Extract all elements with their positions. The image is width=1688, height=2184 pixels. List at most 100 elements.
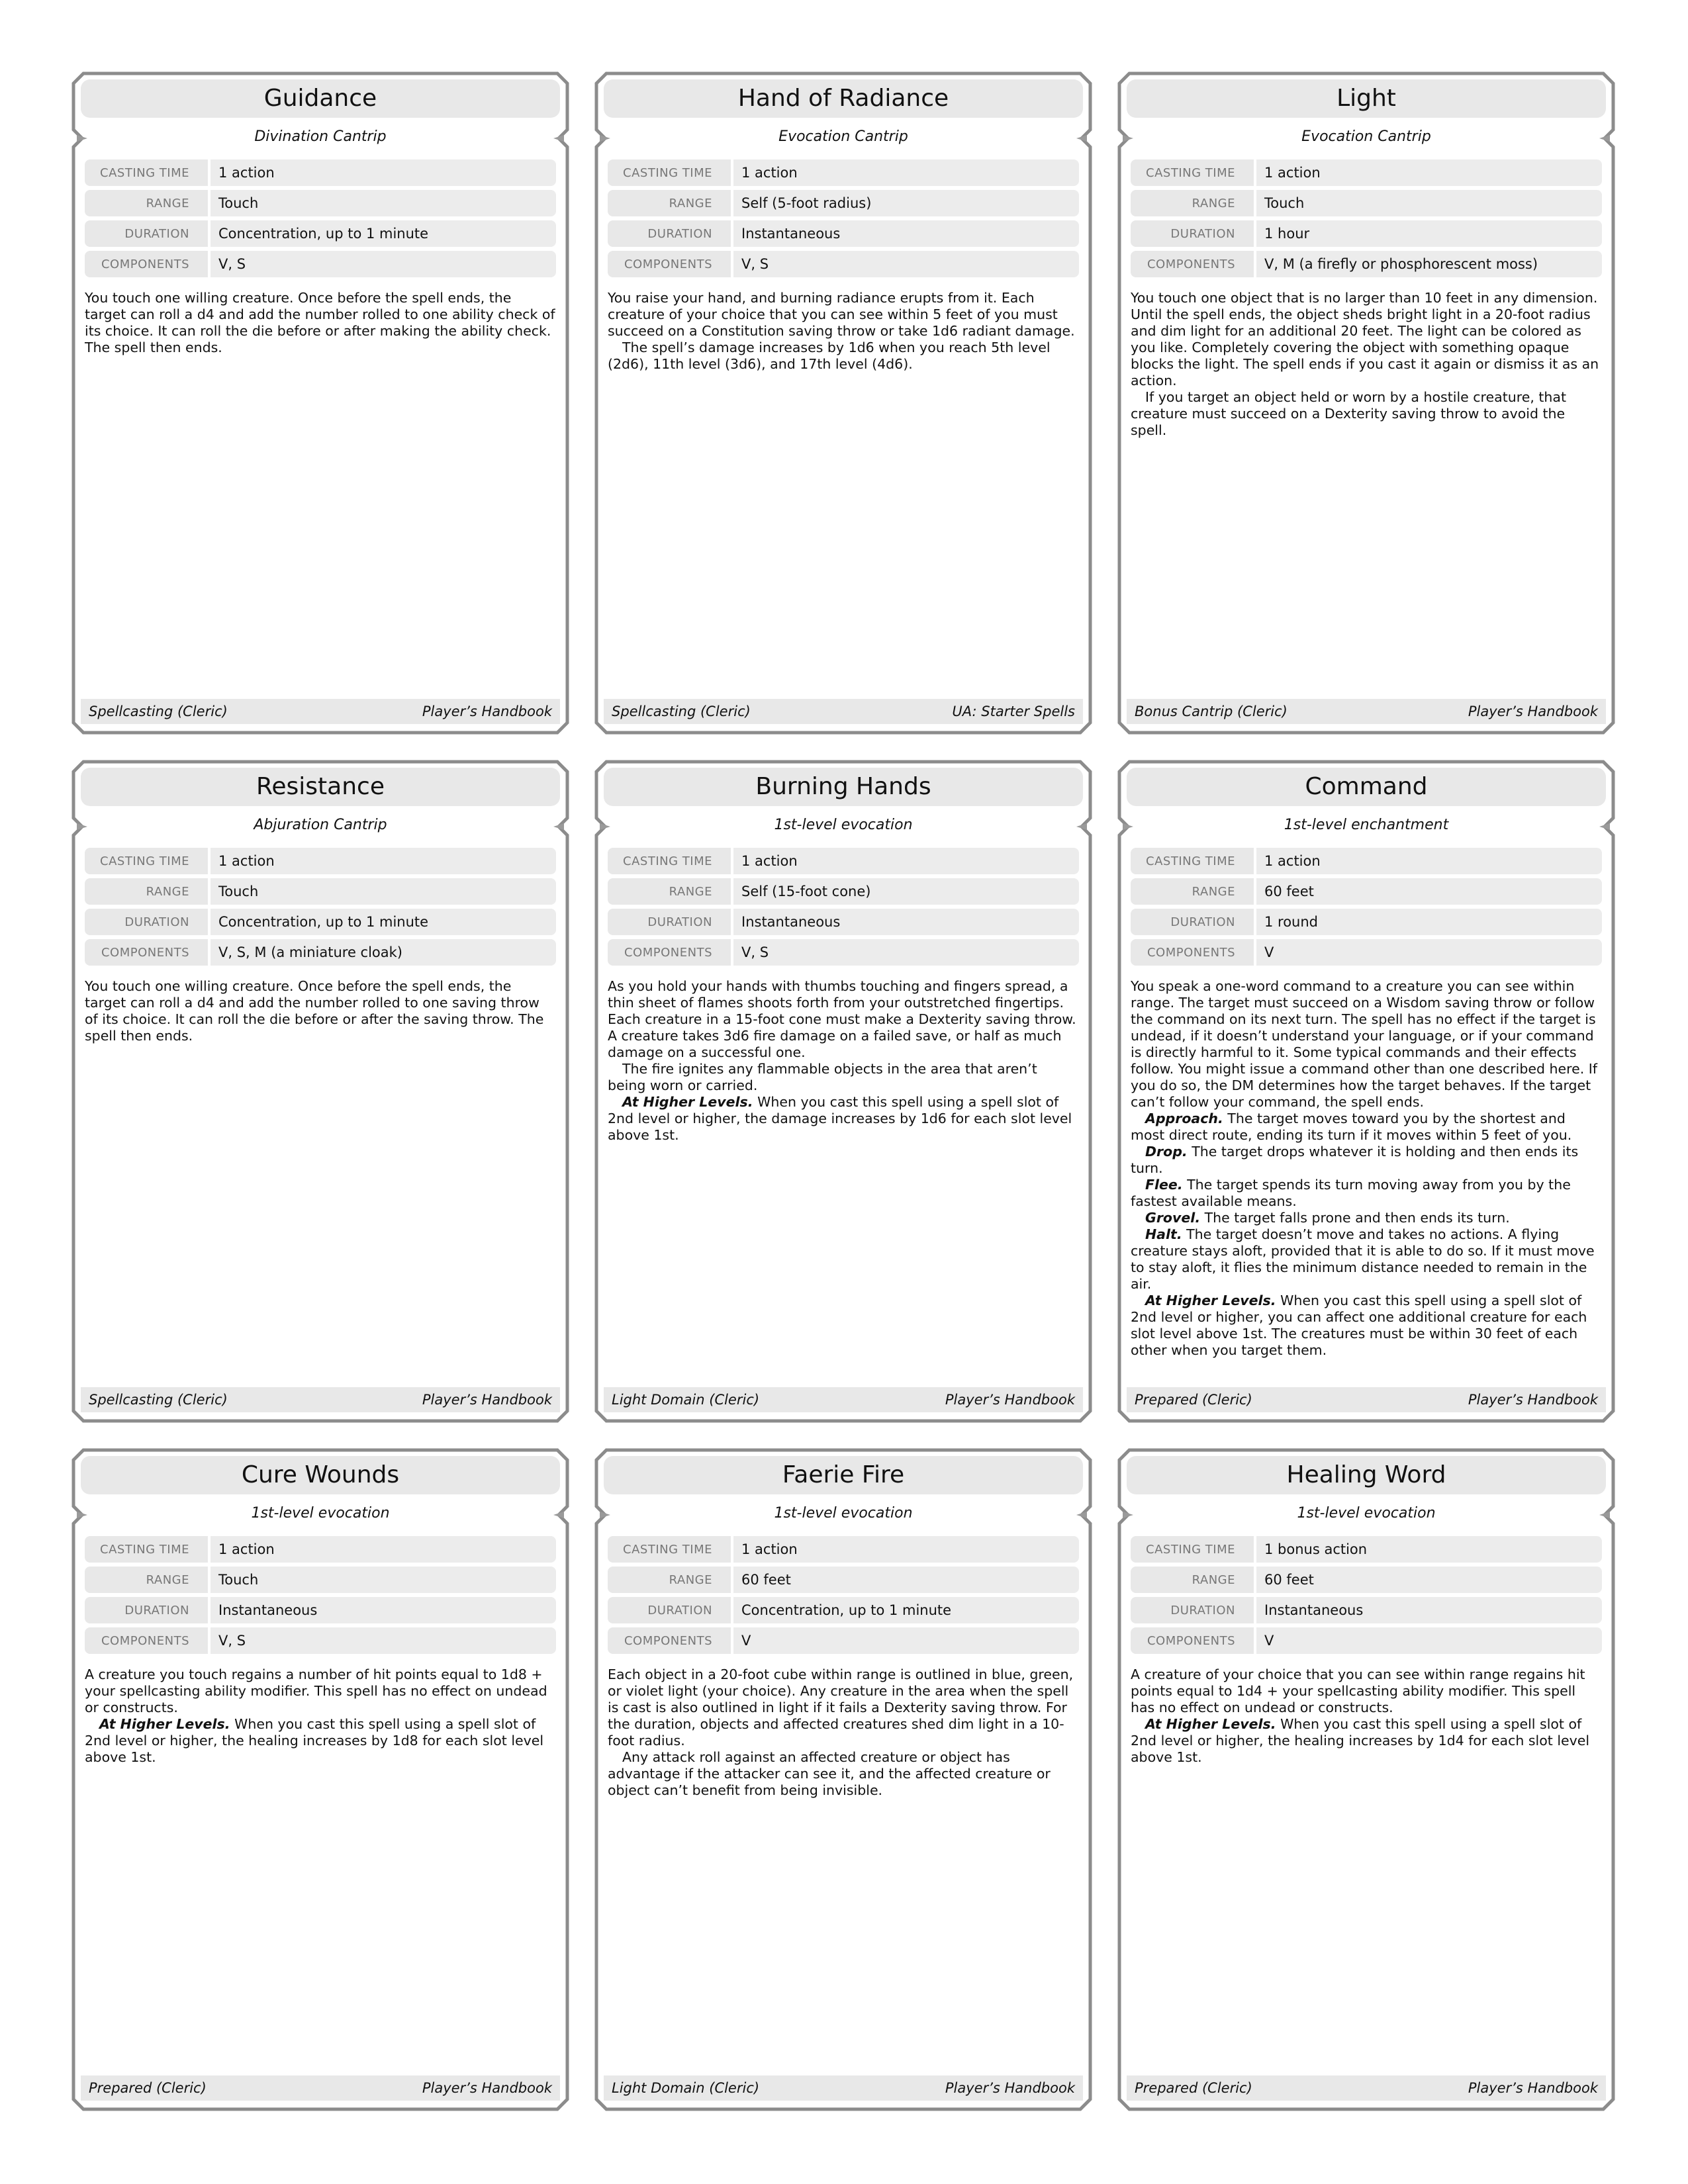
spell-properties: CASTING TIME 1 action RANGE Touch DURATI… bbox=[85, 1536, 556, 1658]
paragraph-text: The target spends its turn moving away f… bbox=[1131, 1177, 1571, 1209]
description-paragraph: At Higher Levels. When you cast this spe… bbox=[1131, 1293, 1602, 1359]
components-label: COMPONENTS bbox=[608, 939, 731, 966]
range-value: Touch bbox=[211, 190, 556, 216]
range-value: Touch bbox=[211, 878, 556, 905]
spell-title: Resistance bbox=[256, 773, 385, 800]
spell-source-class: Prepared (Cleric) bbox=[1135, 1392, 1252, 1408]
paragraph-text: A creature you touch regains a number of… bbox=[85, 1666, 547, 1715]
spell-properties: CASTING TIME 1 action RANGE Self (15-foo… bbox=[608, 848, 1079, 970]
components-value: V bbox=[733, 1627, 1079, 1654]
spell-properties: CASTING TIME 1 action RANGE Self (5-foot… bbox=[608, 159, 1079, 281]
duration-row: DURATION Instantaneous bbox=[608, 220, 1079, 247]
paragraph-text: The spell’s damage increases by 1d6 when… bbox=[608, 340, 1051, 372]
card-title-bar: Command bbox=[1127, 768, 1606, 806]
range-label: RANGE bbox=[85, 878, 208, 905]
components-value: V bbox=[1256, 939, 1602, 966]
spell-source-class: Prepared (Cleric) bbox=[89, 2080, 207, 2096]
spell-school: Abjuration Cantrip bbox=[254, 817, 387, 833]
spell-source-book: Player’s Handbook bbox=[1468, 1392, 1598, 1408]
description-paragraph: You touch one willing creature. Once bef… bbox=[85, 978, 556, 1044]
spell-description: Each object in a 20-foot cube within ran… bbox=[608, 1666, 1079, 1799]
paragraph-lead: At Higher Levels. bbox=[1145, 1293, 1276, 1308]
duration-value: Instantaneous bbox=[211, 1597, 556, 1623]
spell-source-class: Light Domain (Cleric) bbox=[612, 2080, 760, 2096]
casting-time-label: CASTING TIME bbox=[608, 848, 731, 874]
card-title-bar: Faerie Fire bbox=[604, 1456, 1083, 1494]
description-paragraph: Grovel. The target falls prone and then … bbox=[1131, 1210, 1602, 1226]
range-row: RANGE 60 feet bbox=[1131, 878, 1602, 905]
paragraph-text: You speak a one-word command to a creatu… bbox=[1131, 978, 1598, 1110]
spell-description: You touch one object that is no larger t… bbox=[1131, 290, 1602, 439]
range-label: RANGE bbox=[1131, 190, 1254, 216]
spell-title: Command bbox=[1305, 773, 1428, 800]
casting-time-label: CASTING TIME bbox=[1131, 1536, 1254, 1563]
card-title-bar: Burning Hands bbox=[604, 768, 1083, 806]
range-label: RANGE bbox=[1131, 878, 1254, 905]
spell-card-hand-of-radiance: Hand of Radiance Evocation Cantrip CASTI… bbox=[594, 71, 1092, 735]
components-value: V bbox=[1256, 1627, 1602, 1654]
duration-label: DURATION bbox=[1131, 1597, 1254, 1623]
description-paragraph: Flee. The target spends its turn moving … bbox=[1131, 1177, 1602, 1210]
spell-source-book: Player’s Handbook bbox=[945, 2080, 1075, 2096]
spell-source-class: Spellcasting (Cleric) bbox=[612, 704, 751, 719]
components-row: COMPONENTS V, S, M (a miniature cloak) bbox=[85, 939, 556, 966]
paragraph-lead: Approach. bbox=[1145, 1111, 1223, 1126]
description-paragraph: Each object in a 20-foot cube within ran… bbox=[608, 1666, 1079, 1749]
spell-source-book: Player’s Handbook bbox=[422, 2080, 552, 2096]
paragraph-lead: At Higher Levels. bbox=[99, 1716, 230, 1732]
paragraph-text: You touch one willing creature. Once bef… bbox=[85, 290, 555, 355]
casting-time-value: 1 action bbox=[733, 1536, 1079, 1563]
paragraph-lead: Grovel. bbox=[1145, 1210, 1201, 1226]
duration-label: DURATION bbox=[608, 909, 731, 935]
casting-time-row: CASTING TIME 1 action bbox=[608, 1536, 1079, 1563]
range-row: RANGE 60 feet bbox=[1131, 1567, 1602, 1593]
paragraph-text: The target drops whatever it is holding … bbox=[1131, 1144, 1579, 1176]
spell-description: You raise your hand, and burning radianc… bbox=[608, 290, 1079, 373]
casting-time-row: CASTING TIME 1 action bbox=[1131, 848, 1602, 874]
card-title-bar: Cure Wounds bbox=[81, 1456, 560, 1494]
duration-value: 1 hour bbox=[1256, 220, 1602, 247]
paragraph-text: The fire ignites any flammable objects i… bbox=[608, 1061, 1037, 1093]
casting-time-label: CASTING TIME bbox=[608, 1536, 731, 1563]
spell-school: 1st-level evocation bbox=[774, 817, 913, 833]
card-footer: Light Domain (Cleric) Player’s Handbook bbox=[604, 1387, 1083, 1412]
description-paragraph: Any attack roll against an affected crea… bbox=[608, 1749, 1079, 1799]
paragraph-text: Any attack roll against an affected crea… bbox=[608, 1749, 1051, 1798]
duration-label: DURATION bbox=[1131, 220, 1254, 247]
duration-label: DURATION bbox=[1131, 909, 1254, 935]
spell-source-class: Bonus Cantrip (Cleric) bbox=[1135, 704, 1288, 719]
description-paragraph: If you target an object held or worn by … bbox=[1131, 389, 1602, 439]
spell-card-command: Command 1st-level enchantment CASTING TI… bbox=[1117, 760, 1615, 1423]
components-row: COMPONENTS V, S bbox=[608, 939, 1079, 966]
description-paragraph: You raise your hand, and burning radianc… bbox=[608, 290, 1079, 340]
components-label: COMPONENTS bbox=[1131, 1627, 1254, 1654]
description-paragraph: Halt. The target doesn’t move and takes … bbox=[1131, 1226, 1602, 1293]
spell-description: As you hold your hands with thumbs touch… bbox=[608, 978, 1079, 1144]
paragraph-text: You raise your hand, and burning radianc… bbox=[608, 290, 1075, 339]
spell-title: Light bbox=[1336, 85, 1396, 112]
casting-time-value: 1 action bbox=[211, 159, 556, 186]
paragraph-lead: At Higher Levels. bbox=[622, 1094, 753, 1110]
duration-value: Instantaneous bbox=[733, 220, 1079, 247]
components-row: COMPONENTS V, S bbox=[85, 1627, 556, 1654]
spell-source-book: Player’s Handbook bbox=[1468, 2080, 1598, 2096]
description-paragraph: The fire ignites any flammable objects i… bbox=[608, 1061, 1079, 1094]
duration-row: DURATION Instantaneous bbox=[1131, 1597, 1602, 1623]
spell-source-book: Player’s Handbook bbox=[422, 704, 552, 719]
description-paragraph: At Higher Levels. When you cast this spe… bbox=[608, 1094, 1079, 1144]
range-value: Touch bbox=[211, 1567, 556, 1593]
spell-school: Evocation Cantrip bbox=[1301, 128, 1431, 145]
description-paragraph: You touch one willing creature. Once bef… bbox=[85, 290, 556, 356]
duration-value: Concentration, up to 1 minute bbox=[211, 909, 556, 935]
description-paragraph: At Higher Levels. When you cast this spe… bbox=[1131, 1716, 1602, 1766]
casting-time-value: 1 action bbox=[733, 848, 1079, 874]
spell-source-class: Prepared (Cleric) bbox=[1135, 2080, 1252, 2096]
card-title-bar: Hand of Radiance bbox=[604, 79, 1083, 118]
spell-properties: CASTING TIME 1 action RANGE Touch DURATI… bbox=[85, 159, 556, 281]
spell-school: 1st-level evocation bbox=[774, 1505, 913, 1522]
casting-time-label: CASTING TIME bbox=[85, 159, 208, 186]
spell-title: Healing Word bbox=[1286, 1461, 1446, 1488]
spell-card-healing-word: Healing Word 1st-level evocation CASTING… bbox=[1117, 1448, 1615, 2111]
duration-row: DURATION 1 hour bbox=[1131, 220, 1602, 247]
casting-time-value: 1 action bbox=[733, 159, 1079, 186]
